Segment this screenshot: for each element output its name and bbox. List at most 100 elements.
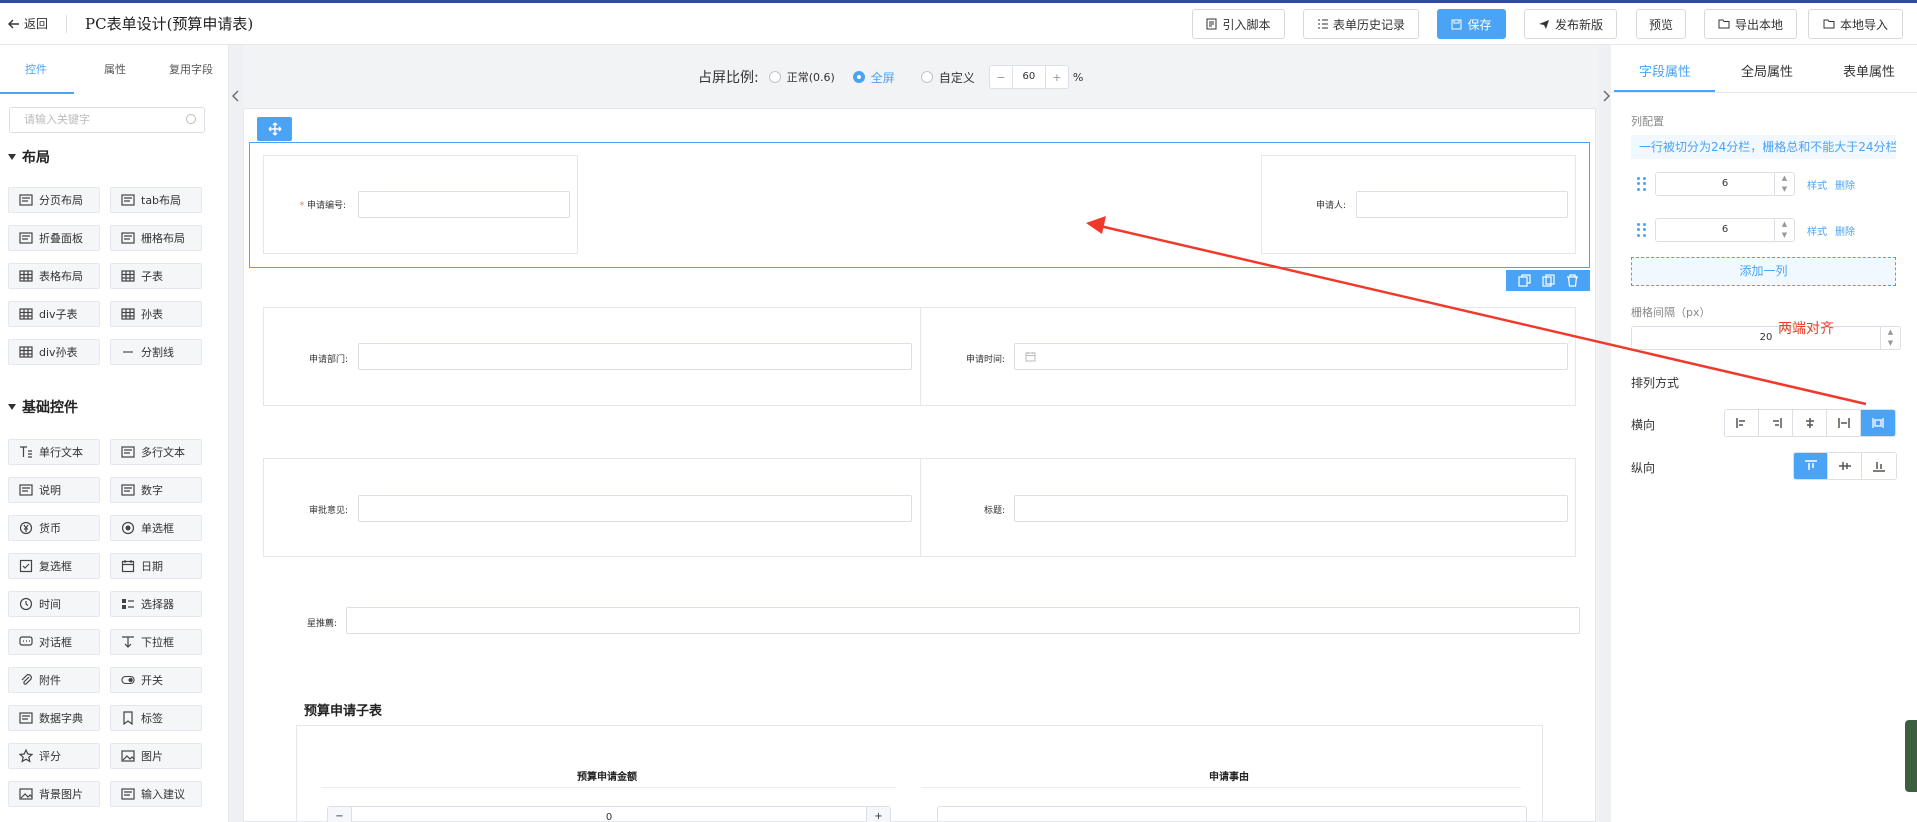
form-history-button[interactable]: 表单历史记录: [1303, 9, 1419, 39]
align-center-button[interactable]: [1793, 410, 1827, 436]
reason-input[interactable]: [937, 806, 1527, 822]
component-basic-14[interactable]: 数据字典: [8, 705, 100, 731]
preview-button[interactable]: 预览: [1636, 9, 1686, 39]
column-1-span-input[interactable]: 6 ▲ ▼: [1655, 172, 1795, 196]
active-tab-underline: [0, 92, 74, 94]
floating-side-widget[interactable]: [1905, 720, 1917, 792]
component-layout-1[interactable]: tab布局: [110, 187, 202, 213]
stepper-arrows-icon[interactable]: ▲ ▼: [1880, 327, 1900, 349]
component-label: 输入建议: [141, 788, 185, 801]
tab-field-props[interactable]: 字段属性: [1639, 61, 1691, 80]
import-script-button[interactable]: 引入脚本: [1192, 9, 1285, 39]
tab-form-props[interactable]: 表单属性: [1843, 61, 1895, 80]
approval-input[interactable]: [358, 495, 912, 522]
valign-middle-button[interactable]: [1828, 453, 1862, 479]
gutter-input[interactable]: 20 ▲ ▼: [1631, 326, 1901, 350]
component-basic-7[interactable]: 日期: [110, 553, 202, 579]
component-basic-13[interactable]: 开关: [110, 667, 202, 693]
component-basic-19[interactable]: 输入建议: [110, 781, 202, 807]
apply-no-input[interactable]: [358, 191, 570, 218]
component-basic-0[interactable]: 单行文本: [8, 439, 100, 465]
component-basic-1[interactable]: 多行文本: [110, 439, 202, 465]
component-search-input[interactable]: 请输入关键字: [9, 107, 205, 133]
column-2-style-link[interactable]: 样式: [1807, 223, 1827, 238]
section-layout[interactable]: 布局: [8, 147, 50, 167]
component-label: 孙表: [141, 308, 163, 321]
component-layout-0[interactable]: 分页布局: [8, 187, 100, 213]
valign-top-button[interactable]: [1794, 453, 1828, 479]
align-end-button[interactable]: [1759, 410, 1793, 436]
collapse-left-gutter[interactable]: [229, 45, 243, 822]
amount-value[interactable]: 0: [606, 812, 612, 822]
component-layout-6[interactable]: div子表: [8, 301, 100, 327]
component-basic-15[interactable]: 标签: [110, 705, 202, 731]
delete-icon[interactable]: [1566, 274, 1579, 287]
column-2-span-input[interactable]: 6 ▲ ▼: [1655, 218, 1795, 242]
tab-global-props[interactable]: 全局属性: [1741, 61, 1793, 80]
list-icon: [1317, 19, 1328, 29]
align-left-icon: [1735, 418, 1745, 428]
stepper-arrows-icon[interactable]: ▲ ▼: [1774, 219, 1794, 241]
component-layout-5[interactable]: 子表: [110, 263, 202, 289]
align-start-button[interactable]: [1725, 410, 1759, 436]
component-basic-18[interactable]: 背景图片: [8, 781, 100, 807]
tab-props[interactable]: 属性: [104, 61, 126, 77]
column-1-delete-link[interactable]: 删除: [1835, 177, 1855, 192]
publish-button[interactable]: 发布新版: [1524, 9, 1617, 39]
component-layout-2[interactable]: 折叠面板: [8, 225, 100, 251]
tab-controls[interactable]: 控件: [25, 61, 47, 77]
local-import-button[interactable]: 本地导入: [1808, 9, 1903, 39]
column-1-style-link[interactable]: 样式: [1807, 177, 1827, 192]
ratio-normal-radio[interactable]: [768, 71, 781, 83]
valign-bottom-button[interactable]: [1862, 453, 1896, 479]
amount-minus-button[interactable]: −: [328, 807, 352, 822]
add-column-button[interactable]: 添加一列: [1631, 257, 1896, 286]
ratio-custom-radio[interactable]: [920, 71, 933, 83]
component-basic-9[interactable]: 选择器: [110, 591, 202, 617]
component-basic-16[interactable]: 评分: [8, 743, 100, 769]
component-label: div孙表: [39, 346, 78, 359]
ratio-full-radio[interactable]: [852, 71, 865, 83]
drag-handle[interactable]: [257, 117, 292, 141]
summary-input[interactable]: [346, 607, 1580, 634]
save-button[interactable]: 保存: [1437, 9, 1506, 39]
amount-stepper[interactable]: − 0 +: [327, 806, 891, 822]
component-basic-11[interactable]: 下拉框: [110, 629, 202, 655]
component-basic-4[interactable]: 货币: [8, 515, 100, 541]
section-basic[interactable]: 基础控件: [8, 397, 78, 417]
subject-input[interactable]: [1014, 495, 1568, 522]
component-layout-9[interactable]: 分割线: [110, 339, 202, 365]
tab-reuse-fields[interactable]: 复用字段: [169, 61, 213, 77]
column-2-delete-link[interactable]: 删除: [1835, 223, 1855, 238]
component-basic-5[interactable]: 单选框: [110, 515, 202, 541]
component-basic-12[interactable]: 附件: [8, 667, 100, 693]
component-basic-2[interactable]: 说明: [8, 477, 100, 503]
export-local-button[interactable]: 导出本地: [1704, 9, 1797, 39]
component-basic-6[interactable]: 复选框: [8, 553, 100, 579]
component-basic-8[interactable]: 时间: [8, 591, 100, 617]
drag-dots-icon[interactable]: [1637, 177, 1647, 191]
align-space-around-button[interactable]: [1827, 410, 1861, 436]
stepper-arrows-icon[interactable]: ▲ ▼: [1774, 173, 1794, 195]
copy-icon[interactable]: [1517, 274, 1531, 287]
back-button[interactable]: 返回: [8, 15, 48, 32]
component-basic-17[interactable]: 图片: [110, 743, 202, 769]
applicant-input[interactable]: [1356, 191, 1568, 218]
department-input[interactable]: [358, 343, 912, 370]
ratio-plus-button[interactable]: +: [1046, 71, 1068, 84]
component-layout-8[interactable]: div孙表: [8, 339, 100, 365]
component-layout-7[interactable]: 孙表: [110, 301, 202, 327]
apply-time-input[interactable]: [1014, 343, 1568, 370]
collapse-right-gutter[interactable]: [1599, 45, 1611, 822]
ratio-stepper[interactable]: − 60 +: [988, 65, 1069, 89]
ratio-minus-button[interactable]: −: [990, 71, 1012, 84]
duplicate-icon[interactable]: [1541, 274, 1555, 287]
align-space-between-button[interactable]: [1861, 410, 1895, 436]
component-layout-3[interactable]: 栅格布局: [110, 225, 202, 251]
ratio-value[interactable]: 60: [1011, 66, 1046, 88]
component-basic-3[interactable]: 数字: [110, 477, 202, 503]
component-layout-4[interactable]: 表格布局: [8, 263, 100, 289]
drag-dots-icon[interactable]: [1637, 223, 1647, 237]
component-basic-10[interactable]: 对话框: [8, 629, 100, 655]
amount-plus-button[interactable]: +: [866, 807, 890, 822]
